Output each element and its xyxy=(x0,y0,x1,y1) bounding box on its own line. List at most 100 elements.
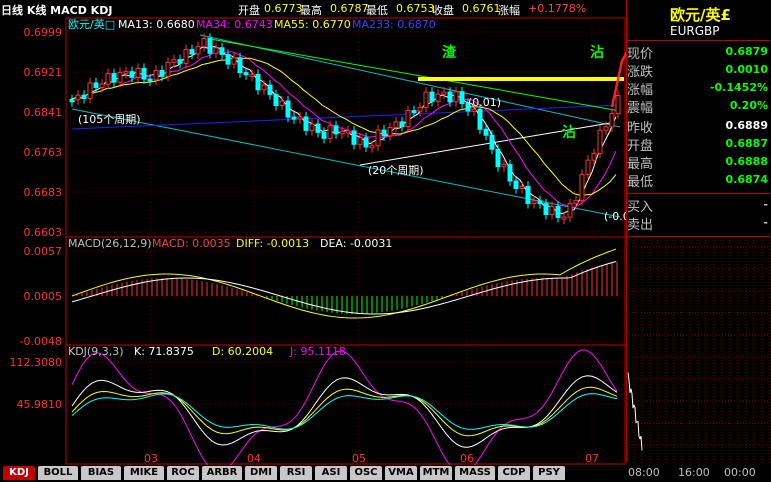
zha-label-1: 渣 xyxy=(442,44,457,61)
month-tick-label: 05 xyxy=(352,452,366,465)
macd-legend: MACD(26,12,9) MACD: 0.0035 DIFF: -0.0013… xyxy=(68,237,392,250)
tab-dmi[interactable]: DMI xyxy=(245,466,277,480)
candle-body xyxy=(189,49,195,55)
candle-body xyxy=(555,205,561,218)
candle-body xyxy=(393,121,399,128)
candle-body xyxy=(135,67,141,78)
candle-body xyxy=(219,47,225,55)
candle-body xyxy=(75,94,81,101)
candle-body xyxy=(369,145,375,149)
candle-body xyxy=(285,100,291,118)
time-label-0000: 00:00 xyxy=(724,466,756,479)
candle-body xyxy=(531,200,537,204)
candle-body xyxy=(537,200,543,205)
kdj-extra-line xyxy=(71,393,618,430)
candle-body xyxy=(357,137,363,145)
candle-body xyxy=(297,116,303,120)
ma-legend: 欧元/英□ MA13: 0.6680 MA34: 0.6743 MA55: 0.… xyxy=(68,17,436,31)
price-axis: 0.6999 0.6921 0.6841 0.6763 0.6683 0.6603 xyxy=(24,26,63,239)
tab-asi[interactable]: ASI xyxy=(315,466,347,480)
tab-arbr[interactable]: ARBR xyxy=(202,466,242,480)
candle-body xyxy=(561,216,567,220)
candle-body xyxy=(201,37,207,48)
candle-body xyxy=(159,69,165,77)
kdj-axis: 112.3080 45.9810 xyxy=(10,356,63,411)
candle-body xyxy=(321,131,327,139)
candle-body xyxy=(399,121,405,128)
tab-cdp[interactable]: CDP xyxy=(498,466,530,480)
candle-body xyxy=(225,53,231,65)
candle-body xyxy=(165,61,171,77)
intraday-grid xyxy=(626,237,771,463)
high-value: 0.6787 xyxy=(330,2,369,15)
quote-value: - xyxy=(763,198,768,211)
candle-body xyxy=(111,73,117,83)
ma55-legend: MA55: 0.6770 xyxy=(274,18,351,31)
candle-body xyxy=(477,108,483,130)
time-label-1600: 16:00 xyxy=(678,466,710,479)
tab-mike[interactable]: MIKE xyxy=(124,466,164,480)
close-label: 收盘 xyxy=(432,4,454,17)
tab-vma[interactable]: VMA xyxy=(385,466,417,480)
quote-value: 0.6874 xyxy=(725,173,768,186)
tab-osc[interactable]: OSC xyxy=(350,466,382,480)
low-label: 最低 xyxy=(366,4,388,17)
kdj-legend-k: K: 71.8375 xyxy=(134,345,194,358)
candle-body xyxy=(471,108,477,112)
candle-body xyxy=(69,99,75,103)
candle-body xyxy=(87,82,93,100)
candle-body xyxy=(507,164,513,182)
period-105-label: (105个周期) xyxy=(78,113,141,126)
tab-bias[interactable]: BIAS xyxy=(81,466,121,480)
candle-body xyxy=(141,67,147,80)
candle-body xyxy=(177,59,183,64)
period-20-label: (20个周期) xyxy=(368,164,424,177)
price-tick-label: 0.6841 xyxy=(24,106,63,119)
candle-body xyxy=(213,47,219,54)
tab-mass[interactable]: MASS xyxy=(455,466,495,480)
price-tick-label: 0.6683 xyxy=(24,186,63,199)
regression-line xyxy=(71,104,621,130)
month-tick-label: 07 xyxy=(585,452,599,465)
candle-body xyxy=(345,130,351,134)
candle-body xyxy=(279,100,285,106)
quote-value: 0.6889 xyxy=(725,119,768,132)
change-label: 涨幅 xyxy=(498,4,520,17)
ma233-legend: MA233: 0.6870 xyxy=(352,18,436,31)
close-value: 0.6761 xyxy=(462,2,501,15)
candle-body xyxy=(405,110,411,128)
kdj-legend-j: J: 95.1118 xyxy=(289,345,346,358)
macd-tick-label: 0.0057 xyxy=(24,245,63,258)
ma34-legend: MA34: 0.6743 xyxy=(196,18,273,31)
open-label: 开盘 xyxy=(238,4,260,17)
candle-body xyxy=(453,91,459,103)
chart-area[interactable]: 0.6999 0.6921 0.6841 0.6763 0.6683 0.6603 0.0… xyxy=(0,17,626,465)
candle-body xyxy=(387,126,393,137)
tab-kdj[interactable]: KDJ xyxy=(3,466,35,480)
candle-body xyxy=(435,93,441,102)
macd-tick-label: 0.0005 xyxy=(24,290,63,303)
quote-value: 0.6879 xyxy=(725,45,768,58)
quote-divider-2 xyxy=(626,193,770,194)
tab-mtm[interactable]: MTM xyxy=(420,466,452,480)
intraday-time-axis: 08:00 16:00 00:00 xyxy=(626,465,771,482)
candle-body xyxy=(585,159,591,175)
quote-label: 开盘 xyxy=(627,139,654,154)
chart-title: 日线 K线 MACD KDJ xyxy=(1,4,113,17)
candle-body xyxy=(147,78,153,82)
tab-boll[interactable]: BOLL xyxy=(38,466,78,480)
tab-psy[interactable]: PSY xyxy=(533,466,565,480)
tab-roc[interactable]: ROC xyxy=(167,466,199,480)
support-line xyxy=(209,38,621,112)
intraday-line xyxy=(627,372,643,451)
month-axis: 03 04 05 06 07 xyxy=(144,452,599,465)
quote-label: 最低 xyxy=(627,175,654,190)
candle-body xyxy=(339,130,345,135)
value-001-label: (0.01) xyxy=(468,96,501,109)
kdj-legend-d: D: 60.2004 xyxy=(212,345,273,358)
macd-dea-line xyxy=(71,261,617,315)
candle-body xyxy=(423,91,429,108)
tab-rsi[interactable]: RSI xyxy=(280,466,312,480)
candle-body xyxy=(597,129,603,154)
candle-body xyxy=(351,130,357,145)
